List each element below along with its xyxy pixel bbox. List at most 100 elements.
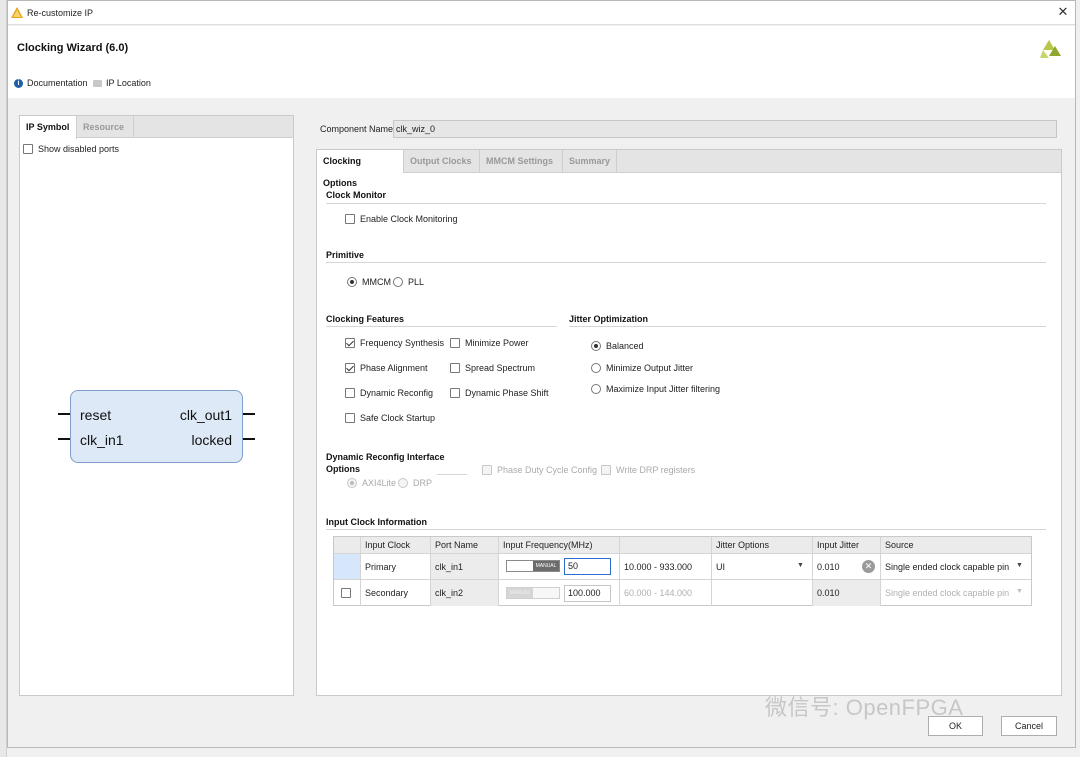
vivado-logo-icon	[11, 7, 23, 18]
drp-option[interactable]: DRP	[398, 478, 432, 488]
phase-alignment-row[interactable]: Phase Alignment	[345, 363, 428, 373]
safe-clock-startup-checkbox[interactable]	[345, 413, 355, 423]
tab-output-clocks[interactable]: Output Clocks	[404, 150, 480, 172]
clear-icon[interactable]: ✕	[862, 560, 875, 573]
axi4lite-radio[interactable]	[347, 478, 357, 488]
write-drp-registers-checkbox[interactable]	[601, 465, 611, 475]
primary-port-name: clk_in1	[431, 554, 499, 580]
input-clock-information-heading: Input Clock Information	[326, 517, 427, 527]
phase-alignment-label: Phase Alignment	[360, 363, 428, 373]
component-name-field[interactable]: clk_wiz_0	[393, 120, 1057, 138]
primitive-heading: Primitive	[326, 250, 365, 260]
clocking-options-panel: Clocking Options Output Clocks MMCM Sett…	[316, 149, 1062, 696]
port-clk-in1: clk_in1	[80, 432, 124, 448]
header-port-name: Port Name	[431, 537, 499, 554]
primary-jitter-options-select[interactable]: UI ▼	[712, 554, 813, 580]
jitter-maximize-input-option[interactable]: Maximize Input Jitter filtering	[591, 384, 720, 394]
header-input-clock: Input Clock	[361, 537, 431, 554]
primary-source-select[interactable]: Single ended clock capable pin ▼	[881, 554, 1031, 580]
chevron-down-icon: ▼	[797, 562, 804, 569]
tab-mmcm-settings[interactable]: MMCM Settings	[480, 150, 563, 172]
jitter-balanced-option[interactable]: Balanced	[591, 341, 644, 351]
dynamic-reconfig-row[interactable]: Dynamic Reconfig	[345, 388, 433, 398]
maximize-input-jitter-radio[interactable]	[591, 384, 601, 394]
recustomize-ip-dialog: Re-customize IP ✕ Clocking Wizard (6.0) …	[7, 0, 1076, 748]
pll-radio[interactable]	[393, 277, 403, 287]
frequency-synthesis-row[interactable]: Frequency Synthesis	[345, 338, 444, 348]
tab-summary[interactable]: Summary	[563, 150, 617, 172]
enable-clock-monitoring-label: Enable Clock Monitoring	[360, 214, 458, 224]
phase-duty-cycle-row[interactable]: Phase Duty Cycle Config	[482, 465, 597, 475]
component-name-label: Component Name	[320, 124, 394, 134]
axi4lite-option[interactable]: AXI4Lite	[347, 478, 396, 488]
primary-row-select[interactable]	[334, 554, 361, 580]
ip-location-link[interactable]: IP Location	[93, 78, 151, 88]
documentation-link[interactable]: i Documentation	[14, 78, 88, 88]
header-source: Source	[881, 537, 1031, 554]
primary-frequency-cell: MANUAL 50	[499, 554, 620, 580]
tab-resource[interactable]: Resource	[77, 116, 134, 138]
cancel-button[interactable]: Cancel	[1001, 716, 1057, 736]
ip-symbol-panel: IP Symbol Resource Show disabled ports r…	[19, 115, 294, 696]
safe-clock-startup-label: Safe Clock Startup	[360, 413, 436, 423]
divider	[569, 326, 1046, 327]
drp-radio[interactable]	[398, 478, 408, 488]
primary-frequency-input[interactable]: 50	[564, 558, 611, 575]
write-drp-registers-row[interactable]: Write DRP registers	[601, 465, 695, 475]
show-disabled-ports-checkbox[interactable]	[23, 144, 33, 154]
clock-monitor-heading: Clock Monitor	[326, 190, 386, 200]
pin-reset	[58, 413, 70, 415]
safe-clock-startup-row[interactable]: Safe Clock Startup	[345, 413, 435, 423]
port-reset: reset	[80, 407, 112, 423]
secondary-frequency-cell: MANUAL 100.000	[499, 580, 620, 606]
phase-alignment-checkbox[interactable]	[345, 363, 355, 373]
minimize-output-jitter-radio[interactable]	[591, 363, 601, 373]
primary-input-jitter-value[interactable]: 0.010	[817, 562, 840, 572]
secondary-manual-toggle[interactable]: MANUAL	[506, 587, 560, 599]
close-icon[interactable]: ✕	[1056, 5, 1070, 19]
primary-source-value: Single ended clock capable pin	[885, 561, 1010, 572]
divider	[437, 474, 467, 475]
table-header-select	[334, 537, 361, 554]
primitive-mmcm-option[interactable]: MMCM	[347, 277, 391, 287]
primitive-pll-option[interactable]: PLL	[393, 277, 424, 287]
primary-manual-toggle[interactable]: MANUAL	[506, 560, 560, 572]
phase-duty-cycle-label: Phase Duty Cycle Config	[497, 465, 598, 475]
spread-spectrum-checkbox[interactable]	[450, 363, 460, 373]
minimize-power-checkbox[interactable]	[450, 338, 460, 348]
pin-locked	[243, 438, 255, 440]
primary-frequency-range: 10.000 - 933.000	[620, 554, 712, 580]
secondary-source-select[interactable]: Single ended clock capable pin ▼	[881, 580, 1031, 606]
secondary-port-name: clk_in2	[431, 580, 499, 606]
spread-spectrum-row[interactable]: Spread Spectrum	[450, 363, 535, 373]
header-input-jitter: Input Jitter	[813, 537, 881, 554]
main-tab-bar: Clocking Options Output Clocks MMCM Sett…	[317, 150, 1061, 188]
clocking-features-heading: Clocking Features	[326, 314, 405, 324]
tab-ip-symbol[interactable]: IP Symbol	[20, 116, 77, 139]
window-title: Re-customize IP	[27, 8, 94, 18]
enable-clock-monitoring-row[interactable]: Enable Clock Monitoring	[345, 214, 458, 224]
secondary-enable-checkbox[interactable]	[341, 588, 351, 598]
jitter-minimize-output-option[interactable]: Minimize Output Jitter	[591, 363, 693, 373]
minimize-power-row[interactable]: Minimize Power	[450, 338, 529, 348]
secondary-row-select[interactable]	[334, 580, 361, 606]
enable-clock-monitoring-checkbox[interactable]	[345, 214, 355, 224]
dynamic-reconfig-checkbox[interactable]	[345, 388, 355, 398]
show-disabled-ports-label: Show disabled ports	[38, 144, 120, 154]
phase-duty-cycle-checkbox[interactable]	[482, 465, 492, 475]
watermark-text: 微信号: OpenFPGA	[765, 695, 964, 720]
tab-clocking-options[interactable]: Clocking Options	[317, 150, 404, 188]
balanced-radio[interactable]	[591, 341, 601, 351]
dynamic-phase-shift-checkbox[interactable]	[450, 388, 460, 398]
mmcm-radio[interactable]	[347, 277, 357, 287]
manual-toggle-label: MANUAL	[533, 561, 559, 571]
dynamic-phase-shift-row[interactable]: Dynamic Phase Shift	[450, 388, 549, 398]
primary-input-clock: Primary	[361, 554, 431, 580]
header-range	[620, 537, 712, 554]
secondary-frequency-input[interactable]: 100.000	[564, 585, 611, 602]
manual-toggle-label: MANUAL	[507, 588, 533, 598]
write-drp-registers-label: Write DRP registers	[616, 465, 696, 475]
xilinx-logo-icon	[1040, 40, 1061, 58]
frequency-synthesis-checkbox[interactable]	[345, 338, 355, 348]
show-disabled-ports-row[interactable]: Show disabled ports	[23, 144, 119, 154]
